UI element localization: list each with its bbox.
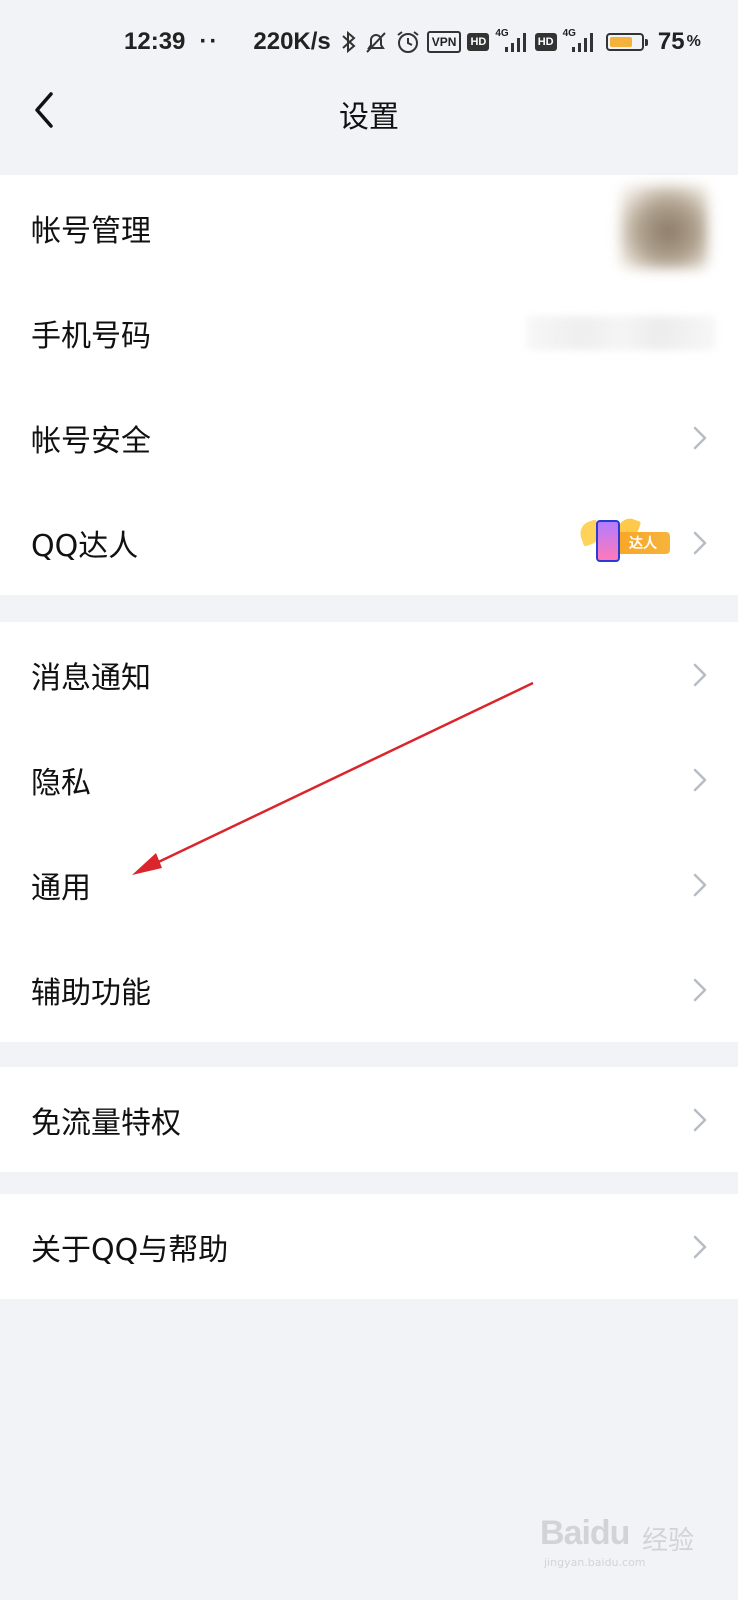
watermark-url: jingyan.baidu.com bbox=[544, 1556, 646, 1569]
chevron-right-icon bbox=[693, 426, 707, 449]
settings-item-phone-number[interactable]: 手机号码 bbox=[0, 280, 738, 385]
battery-unit: % bbox=[686, 33, 701, 50]
badge-label: 达人 bbox=[616, 532, 670, 554]
network-type-label: 4G bbox=[495, 27, 509, 39]
settings-item-free-data-privilege[interactable]: 免流量特权 bbox=[0, 1067, 738, 1172]
page-title: 设置 bbox=[339, 100, 399, 135]
badge-phone-icon bbox=[596, 520, 620, 562]
settings-item-account-management[interactable]: 帐号管理 bbox=[0, 175, 738, 280]
settings-item-label: 消息通知 bbox=[31, 660, 151, 696]
signal-icon: 4G bbox=[562, 27, 596, 53]
chevron-right-icon bbox=[693, 873, 707, 896]
status-time: 12:39 bbox=[124, 28, 186, 55]
phone-number-value bbox=[526, 316, 716, 350]
settings-item-label: 辅助功能 bbox=[31, 975, 151, 1011]
vpn-icon: VPN bbox=[426, 31, 462, 53]
chevron-right-icon bbox=[693, 663, 707, 686]
settings-item-notifications[interactable]: 消息通知 bbox=[0, 622, 738, 727]
settings-item-general[interactable]: 通用 bbox=[0, 832, 738, 937]
qq-expert-badge: 达人 bbox=[576, 515, 672, 564]
network-speed: 220K/s bbox=[253, 28, 331, 55]
settings-item-accessibility[interactable]: 辅助功能 bbox=[0, 937, 738, 1042]
settings-item-account-security[interactable]: 帐号安全 bbox=[0, 385, 738, 490]
chevron-right-icon bbox=[693, 1235, 707, 1258]
settings-item-label: 免流量特权 bbox=[31, 1105, 181, 1141]
chevron-right-icon bbox=[693, 531, 707, 554]
signal-icon: 4G bbox=[495, 27, 528, 53]
chevron-right-icon bbox=[693, 978, 707, 1001]
settings-item-label: 手机号码 bbox=[31, 318, 151, 354]
alarm-icon bbox=[395, 29, 421, 55]
settings-item-label: 关于QQ与帮助 bbox=[31, 1232, 229, 1268]
watermark-logo: Baidu bbox=[540, 1514, 630, 1552]
settings-item-qq-expert[interactable]: QQ达人 达人 bbox=[0, 490, 738, 595]
settings-group-general: 消息通知 隐私 通用 辅助功能 bbox=[0, 622, 738, 1042]
hd-icon: HD bbox=[467, 33, 490, 51]
settings-group-account: 帐号管理 手机号码 帐号安全 QQ达人 达人 bbox=[0, 175, 738, 595]
settings-group-data: 免流量特权 bbox=[0, 1067, 738, 1172]
hd-icon: HD bbox=[534, 33, 557, 51]
network-type-label: 4G bbox=[562, 27, 576, 39]
chevron-right-icon bbox=[693, 1108, 707, 1131]
baidu-watermark: Baidu 经验 jingyan.baidu.com bbox=[540, 1510, 700, 1570]
settings-item-privacy[interactable]: 隐私 bbox=[0, 727, 738, 832]
bell-muted-icon bbox=[363, 29, 389, 55]
status-dots: ·· bbox=[199, 28, 220, 55]
battery-percentage: 75 bbox=[657, 28, 685, 55]
watermark-text: 经验 bbox=[642, 1526, 695, 1556]
bluetooth-icon bbox=[341, 29, 357, 55]
settings-group-about: 关于QQ与帮助 bbox=[0, 1194, 738, 1299]
chevron-right-icon bbox=[693, 768, 707, 791]
settings-item-about-help[interactable]: 关于QQ与帮助 bbox=[0, 1194, 738, 1299]
settings-item-label: 通用 bbox=[31, 870, 91, 906]
battery-icon bbox=[605, 33, 648, 51]
settings-item-label: 帐号管理 bbox=[31, 213, 151, 249]
settings-item-label: QQ达人 bbox=[31, 528, 139, 564]
avatar bbox=[620, 185, 708, 269]
settings-item-label: 隐私 bbox=[31, 765, 91, 801]
title-bar: 设置 bbox=[0, 64, 738, 154]
settings-item-label: 帐号安全 bbox=[31, 423, 151, 459]
